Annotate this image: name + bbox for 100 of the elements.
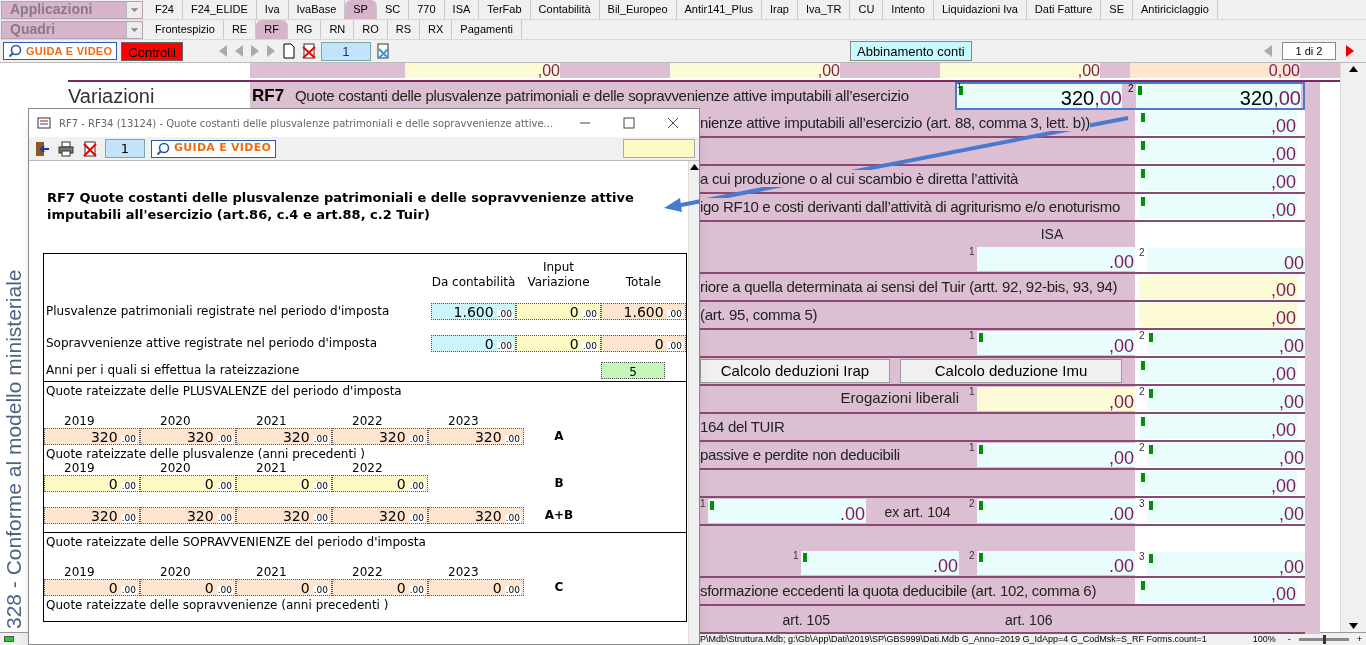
- module-tab[interactable]: Antir141_Plus: [676, 0, 762, 19]
- module-tab[interactable]: Iva_TR: [798, 0, 851, 19]
- amount-cell[interactable]: 0 .00: [516, 335, 601, 352]
- module-tab[interactable]: SE: [1101, 0, 1133, 19]
- amount-cell[interactable]: 0 .00: [332, 474, 428, 492]
- amount-field[interactable]: ,00: [1147, 331, 1305, 355]
- amount-value: ,00: [1278, 337, 1304, 355]
- amount-cell[interactable]: 320 .00: [44, 506, 140, 524]
- amount-field[interactable]: ,00: [1147, 499, 1305, 523]
- amount-field[interactable]: ,00: [1147, 552, 1305, 576]
- column-caption: ex art. 104: [884, 503, 951, 522]
- module-tab[interactable]: Bil_Europeo: [599, 0, 677, 19]
- amount-field[interactable]: 00: [1147, 248, 1305, 272]
- checks-button[interactable]: Controlli: [121, 41, 183, 61]
- amount-cell[interactable]: 0 .00: [140, 578, 236, 596]
- amount-field[interactable]: ,00: [1139, 111, 1297, 135]
- amount-field[interactable]: .00: [801, 551, 959, 575]
- module-tab[interactable]: Contabilità: [530, 0, 600, 19]
- amount-field[interactable]: .00: [977, 247, 1135, 271]
- installment-years-field[interactable]: 5: [601, 362, 665, 379]
- module-tab[interactable]: TerFab: [479, 0, 531, 19]
- module-tab[interactable]: Frontespizio: [147, 20, 224, 39]
- module-tab[interactable]: Intento: [883, 0, 934, 19]
- amount-cell[interactable]: 0 .00: [236, 578, 332, 596]
- module-tab[interactable]: Pagamenti: [452, 20, 522, 39]
- amount-field[interactable]: ,00: [1139, 303, 1297, 327]
- module-tab[interactable]: F24_ELIDE: [182, 0, 257, 19]
- amount-field[interactable]: ,00: [1139, 471, 1297, 495]
- amount-cell[interactable]: 320 .00: [332, 427, 428, 445]
- amount-field[interactable]: ,00: [1147, 443, 1305, 467]
- amount-field[interactable]: ,00: [1139, 359, 1297, 383]
- amount-field[interactable]: .00: [708, 499, 866, 523]
- module-tab[interactable]: SP: [345, 0, 377, 19]
- module-tab[interactable]: RO: [354, 20, 388, 39]
- row-label: Sopravvenienze attive registrate nel periodo d'imposta: [45, 335, 379, 352]
- year-label: 2019: [63, 566, 96, 578]
- amount-cell[interactable]: 1.600 .00: [601, 303, 686, 320]
- amount-value: .00: [932, 557, 958, 575]
- module-tab[interactable]: Dati Fatture: [1026, 0, 1102, 19]
- amount-cell[interactable]: 0 .00: [236, 474, 332, 492]
- module-tab[interactable]: Liquidazioni Iva: [934, 0, 1027, 19]
- amount-field[interactable]: ,00: [1139, 139, 1297, 163]
- amount-cell[interactable]: 0 .00: [44, 474, 140, 492]
- amount-field[interactable]: ,00: [1139, 579, 1297, 603]
- amount-field[interactable]: 1 320,00: [957, 84, 1122, 108]
- amount-field[interactable]: ,00: [1139, 275, 1297, 299]
- calculate-button[interactable]: Calcolo deduzioni Irap: [700, 358, 890, 383]
- amount-cell[interactable]: 320 .00: [236, 427, 332, 445]
- module-tab[interactable]: F24: [147, 0, 183, 19]
- module-tab[interactable]: RF: [256, 20, 288, 39]
- amount-field[interactable]: ,00: [940, 63, 1100, 78]
- amount-field[interactable]: ,00: [1139, 415, 1297, 439]
- module-tab[interactable]: ISA: [444, 0, 480, 19]
- calculate-button[interactable]: Calcolo deduzione Imu: [900, 358, 1122, 383]
- amount-field[interactable]: ,00: [977, 443, 1135, 467]
- amount-field[interactable]: ,00: [977, 387, 1135, 411]
- zoom-in-button[interactable]: +: [1352, 634, 1366, 644]
- module-tab[interactable]: RN: [321, 20, 355, 39]
- amount-cell[interactable]: 1.600 .00: [431, 303, 516, 320]
- amount-field[interactable]: .00: [977, 499, 1135, 523]
- amount-cell[interactable]: 0 .00: [431, 335, 516, 352]
- zoom-out-button[interactable]: -: [1283, 634, 1295, 644]
- amount-cell[interactable]: 320 .00: [428, 427, 524, 445]
- amount-field[interactable]: ,00: [670, 63, 840, 78]
- amount-field[interactable]: 0,00: [1130, 63, 1300, 78]
- amount-value: 320,00: [1060, 88, 1122, 108]
- page-number-field[interactable]: 1: [321, 41, 371, 61]
- amount-cell[interactable]: 320 .00: [236, 506, 332, 524]
- amount-cell[interactable]: 320 .00: [140, 427, 236, 445]
- amount-cell[interactable]: 0 .00: [428, 578, 524, 596]
- module-tab[interactable]: CU: [850, 0, 884, 19]
- amount-field[interactable]: ,00: [977, 331, 1135, 355]
- match-accounts-button[interactable]: Abbinamento conti: [850, 41, 972, 61]
- amount-field[interactable]: 320,00: [1136, 84, 1301, 108]
- amount-field[interactable]: .00: [977, 551, 1135, 575]
- amount-cell[interactable]: 0 .00: [601, 335, 686, 352]
- amount-cell[interactable]: 320 .00: [140, 506, 236, 524]
- module-tab[interactable]: RS: [387, 20, 421, 39]
- module-tab[interactable]: RX: [420, 20, 453, 39]
- amount-field[interactable]: ,00: [1139, 167, 1297, 191]
- amount-cell[interactable]: 320 .00: [332, 506, 428, 524]
- module-tab[interactable]: SC: [376, 0, 410, 19]
- amount-field[interactable]: ,00: [405, 63, 560, 78]
- row-code: RF7: [251, 85, 286, 108]
- module-tab[interactable]: Antiriciclaggio: [1133, 0, 1218, 19]
- amount-cell[interactable]: 320 .00: [44, 427, 140, 445]
- amount-cell[interactable]: 0 .00: [140, 474, 236, 492]
- page-number-field[interactable]: 1: [105, 139, 145, 158]
- status-path: P\Mdb\Struttura.Mdb; g:\Gb\App\Dati\2019\SP\GBS999\Dati.Mdb G_Anno=2019 G_IdApp=4 G_CodMsk=S_RF Forms.count=1: [700, 634, 1208, 644]
- field-index: 1: [957, 82, 962, 90]
- module-tab[interactable]: 770: [409, 0, 445, 19]
- module-tab[interactable]: RG: [287, 20, 322, 39]
- amount-cell[interactable]: 0 .00: [44, 578, 140, 596]
- module-tab[interactable]: Iva: [256, 0, 289, 19]
- amount-cell[interactable]: 320 .00: [428, 506, 524, 524]
- module-tab[interactable]: Irap: [762, 0, 798, 19]
- amount-cell[interactable]: 0 .00: [332, 578, 428, 596]
- amount-cell[interactable]: 0 .00: [516, 303, 601, 320]
- amount-field[interactable]: ,00: [1139, 195, 1297, 219]
- amount-field[interactable]: ,00: [1147, 387, 1305, 411]
